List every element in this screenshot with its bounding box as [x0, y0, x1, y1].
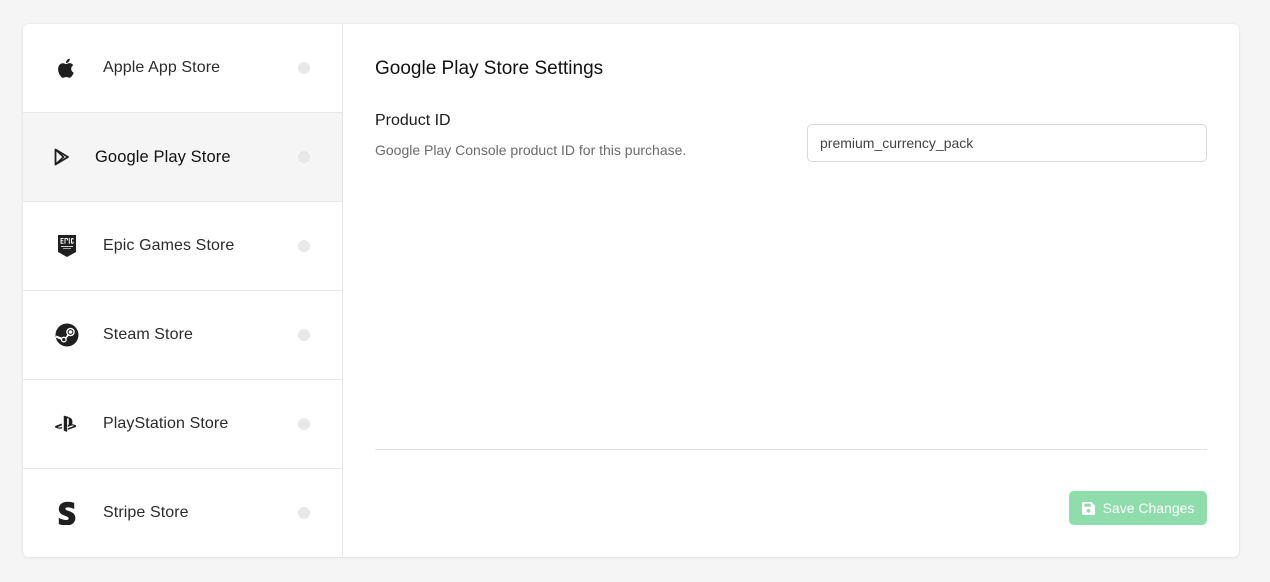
google-play-icon	[53, 145, 71, 169]
product-id-label: Product ID	[375, 112, 451, 129]
epic-games-icon	[55, 234, 79, 258]
save-button-label: Save Changes	[1102, 500, 1195, 516]
sidebar-item-label: Epic Games Store	[103, 237, 235, 254]
store-sidebar: Apple App Store Google Play Store Epic G…	[23, 24, 343, 557]
status-dot	[298, 329, 310, 341]
settings-card: Apple App Store Google Play Store Epic G…	[23, 24, 1239, 557]
status-dot	[298, 240, 310, 252]
sidebar-item-label: Apple App Store	[103, 59, 221, 76]
steam-icon	[55, 323, 79, 347]
status-dot	[298, 418, 310, 430]
sidebar-item-google-play-store[interactable]: Google Play Store	[23, 113, 342, 202]
product-id-description: Google Play Console product ID for this …	[375, 142, 687, 158]
floppy-disk-icon	[1081, 501, 1095, 515]
divider	[375, 449, 1207, 450]
product-id-input[interactable]	[807, 124, 1207, 162]
sidebar-item-steam-store[interactable]: Steam Store	[23, 291, 342, 380]
apple-icon	[55, 56, 79, 80]
sidebar-item-label: Google Play Store	[95, 147, 231, 166]
sidebar-item-label: PlayStation Store	[103, 415, 229, 432]
sidebar-item-apple-app-store[interactable]: Apple App Store	[23, 24, 342, 113]
status-dot	[298, 151, 310, 163]
status-dot	[298, 62, 310, 74]
sidebar-item-stripe-store[interactable]: Stripe Store	[23, 469, 342, 557]
store-settings-panel: Google Play Store Settings Product ID Go…	[343, 24, 1239, 557]
status-dot	[298, 507, 310, 519]
playstation-icon	[55, 412, 79, 436]
sidebar-item-label: Stripe Store	[103, 504, 189, 521]
page-title: Google Play Store Settings	[375, 58, 604, 79]
sidebar-item-epic-games-store[interactable]: Epic Games Store	[23, 202, 342, 291]
save-changes-button[interactable]: Save Changes	[1069, 491, 1207, 525]
sidebar-item-label: Steam Store	[103, 326, 194, 343]
sidebar-item-playstation-store[interactable]: PlayStation Store	[23, 380, 342, 469]
stripe-icon	[55, 501, 79, 525]
